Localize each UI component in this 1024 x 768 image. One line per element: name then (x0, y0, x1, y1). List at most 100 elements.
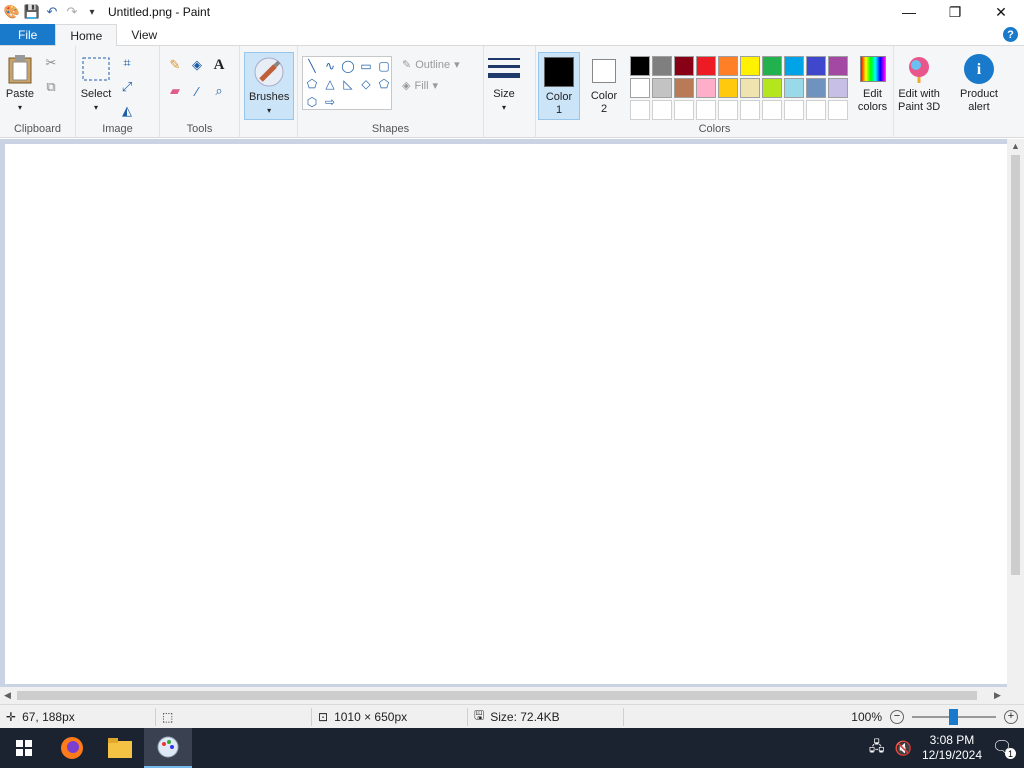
line-shape-icon[interactable]: ╲ (303, 57, 321, 75)
save-icon[interactable]: 💾 (24, 4, 40, 20)
paint-app-icon[interactable]: 🎨 (4, 4, 20, 20)
palette-swatch[interactable] (630, 78, 650, 98)
paste-button[interactable]: Paste ▾ (0, 50, 40, 116)
magnifier-icon[interactable]: ⌕ (210, 82, 228, 100)
size-button[interactable]: Size ▾ (484, 50, 524, 116)
select-button[interactable]: Select ▾ (76, 50, 116, 116)
palette-swatch[interactable] (784, 78, 804, 98)
rectangle-shape-icon[interactable]: ▭ (357, 57, 375, 75)
oval-shape-icon[interactable]: ◯ (339, 57, 357, 75)
product-alert-button[interactable]: i Product alert (956, 50, 1002, 116)
edit-with-paint3d-button[interactable]: Edit with Paint 3D (894, 50, 944, 116)
custom-color-slot[interactable] (630, 100, 650, 120)
zoom-slider-knob[interactable] (949, 708, 958, 725)
right-triangle-shape-icon[interactable]: ◺ (339, 75, 357, 93)
copy-icon[interactable]: ⧉ (42, 78, 60, 96)
rotate-icon[interactable]: ◭ (118, 102, 136, 120)
custom-color-slot[interactable] (806, 100, 826, 120)
palette-swatch[interactable] (696, 78, 716, 98)
tab-view[interactable]: View (117, 24, 171, 45)
vertical-scroll-thumb[interactable] (1011, 155, 1020, 575)
fill-bucket-icon[interactable]: ◈ (188, 56, 206, 74)
palette-swatch[interactable] (718, 56, 738, 76)
close-button[interactable]: ✕ (978, 0, 1024, 24)
palette-swatch[interactable] (740, 78, 760, 98)
custom-color-slot[interactable] (652, 100, 672, 120)
palette-swatch[interactable] (652, 56, 672, 76)
paint-taskbar-button[interactable] (144, 728, 192, 768)
fill-dropdown[interactable]: ◈ Fill ▾ (402, 79, 460, 93)
eraser-icon[interactable]: ▰ (166, 82, 184, 100)
help-icon[interactable]: ? (1003, 27, 1018, 42)
palette-swatch[interactable] (762, 56, 782, 76)
horizontal-scrollbar[interactable]: ◀ ▶ (0, 687, 1024, 704)
pentagon-shape-icon[interactable]: ⬠ (375, 75, 393, 93)
custom-color-slot[interactable] (828, 100, 848, 120)
custom-color-slot[interactable] (674, 100, 694, 120)
palette-swatch[interactable] (674, 56, 694, 76)
custom-color-slot[interactable] (762, 100, 782, 120)
network-icon[interactable]: 🖧 (869, 736, 885, 760)
customize-toolbar-icon[interactable]: ▾ (84, 4, 100, 20)
palette-swatch[interactable] (718, 78, 738, 98)
drawing-canvas[interactable] (5, 144, 1007, 684)
vertical-scrollbar[interactable]: ▲ (1007, 139, 1024, 687)
palette-swatch[interactable] (696, 56, 716, 76)
zoom-out-button[interactable]: − (890, 709, 904, 724)
zoom-in-button[interactable]: + (1004, 709, 1018, 724)
move-cursor-icon: ✛ (6, 709, 17, 724)
tab-home[interactable]: Home (55, 24, 118, 46)
selection-size: ⬚ (156, 707, 312, 726)
minimize-button[interactable]: — (886, 0, 932, 24)
color2-swatch (592, 59, 616, 83)
edit-colors-button[interactable]: Edit colors (852, 50, 893, 116)
curve-shape-icon[interactable]: ∿ (321, 57, 339, 75)
crop-icon[interactable]: ⌗ (118, 54, 136, 72)
palette-swatch[interactable] (806, 56, 826, 76)
rounded-rect-shape-icon[interactable]: ▢ (375, 57, 393, 75)
arrow-shape-icon[interactable]: ⇨ (321, 93, 339, 111)
triangle-shape-icon[interactable]: △ (321, 75, 339, 93)
custom-color-slot[interactable] (696, 100, 716, 120)
palette-swatch[interactable] (784, 56, 804, 76)
horizontal-scroll-thumb[interactable] (17, 691, 977, 700)
outline-dropdown[interactable]: ✎ Outline ▾ (402, 58, 460, 72)
palette-swatch[interactable] (828, 56, 848, 76)
color1-button[interactable]: Color 1 (538, 52, 580, 120)
cut-icon[interactable]: ✂ (42, 54, 60, 72)
custom-color-slot[interactable] (784, 100, 804, 120)
paint3d-icon (903, 52, 935, 86)
maximize-button[interactable]: ❐ (932, 0, 978, 24)
diamond-shape-icon[interactable]: ◇ (357, 75, 375, 93)
custom-color-slot[interactable] (718, 100, 738, 120)
notification-center-button[interactable]: 🗨 1 (992, 737, 1016, 759)
image-dimensions: ⊡ 1010 × 650px (312, 707, 468, 726)
polygon-shape-icon[interactable]: ⬠ (303, 75, 321, 93)
window-title: Untitled.png - Paint (108, 5, 211, 19)
palette-swatch[interactable] (762, 78, 782, 98)
clock[interactable]: 3:08 PM 12/19/2024 (922, 733, 982, 763)
resize-icon[interactable]: ⤢ (118, 78, 136, 96)
firefox-icon (61, 737, 83, 759)
palette-swatch[interactable] (630, 56, 650, 76)
pencil-icon[interactable]: ✎ (166, 56, 184, 74)
palette-swatch[interactable] (674, 78, 694, 98)
palette-swatch[interactable] (828, 78, 848, 98)
palette-swatch[interactable] (806, 78, 826, 98)
file-explorer-taskbar-button[interactable] (96, 728, 144, 768)
hexagon-shape-icon[interactable]: ⬡ (303, 93, 321, 111)
text-tool-icon[interactable]: A (210, 56, 228, 74)
redo-icon[interactable]: ↷ (64, 4, 80, 20)
custom-color-slot[interactable] (740, 100, 760, 120)
volume-muted-icon[interactable]: 🔇 (895, 740, 912, 757)
palette-swatch[interactable] (652, 78, 672, 98)
brushes-button[interactable]: Brushes ▾ (244, 52, 295, 120)
color-picker-icon[interactable]: ⁄ (188, 82, 206, 100)
firefox-taskbar-button[interactable] (48, 728, 96, 768)
start-button[interactable] (0, 728, 48, 768)
undo-icon[interactable]: ↶ (44, 4, 60, 20)
palette-swatch[interactable] (740, 56, 760, 76)
zoom-slider[interactable] (912, 708, 996, 725)
color2-button[interactable]: Color 2 (584, 52, 624, 118)
tab-file[interactable]: File (0, 24, 56, 45)
